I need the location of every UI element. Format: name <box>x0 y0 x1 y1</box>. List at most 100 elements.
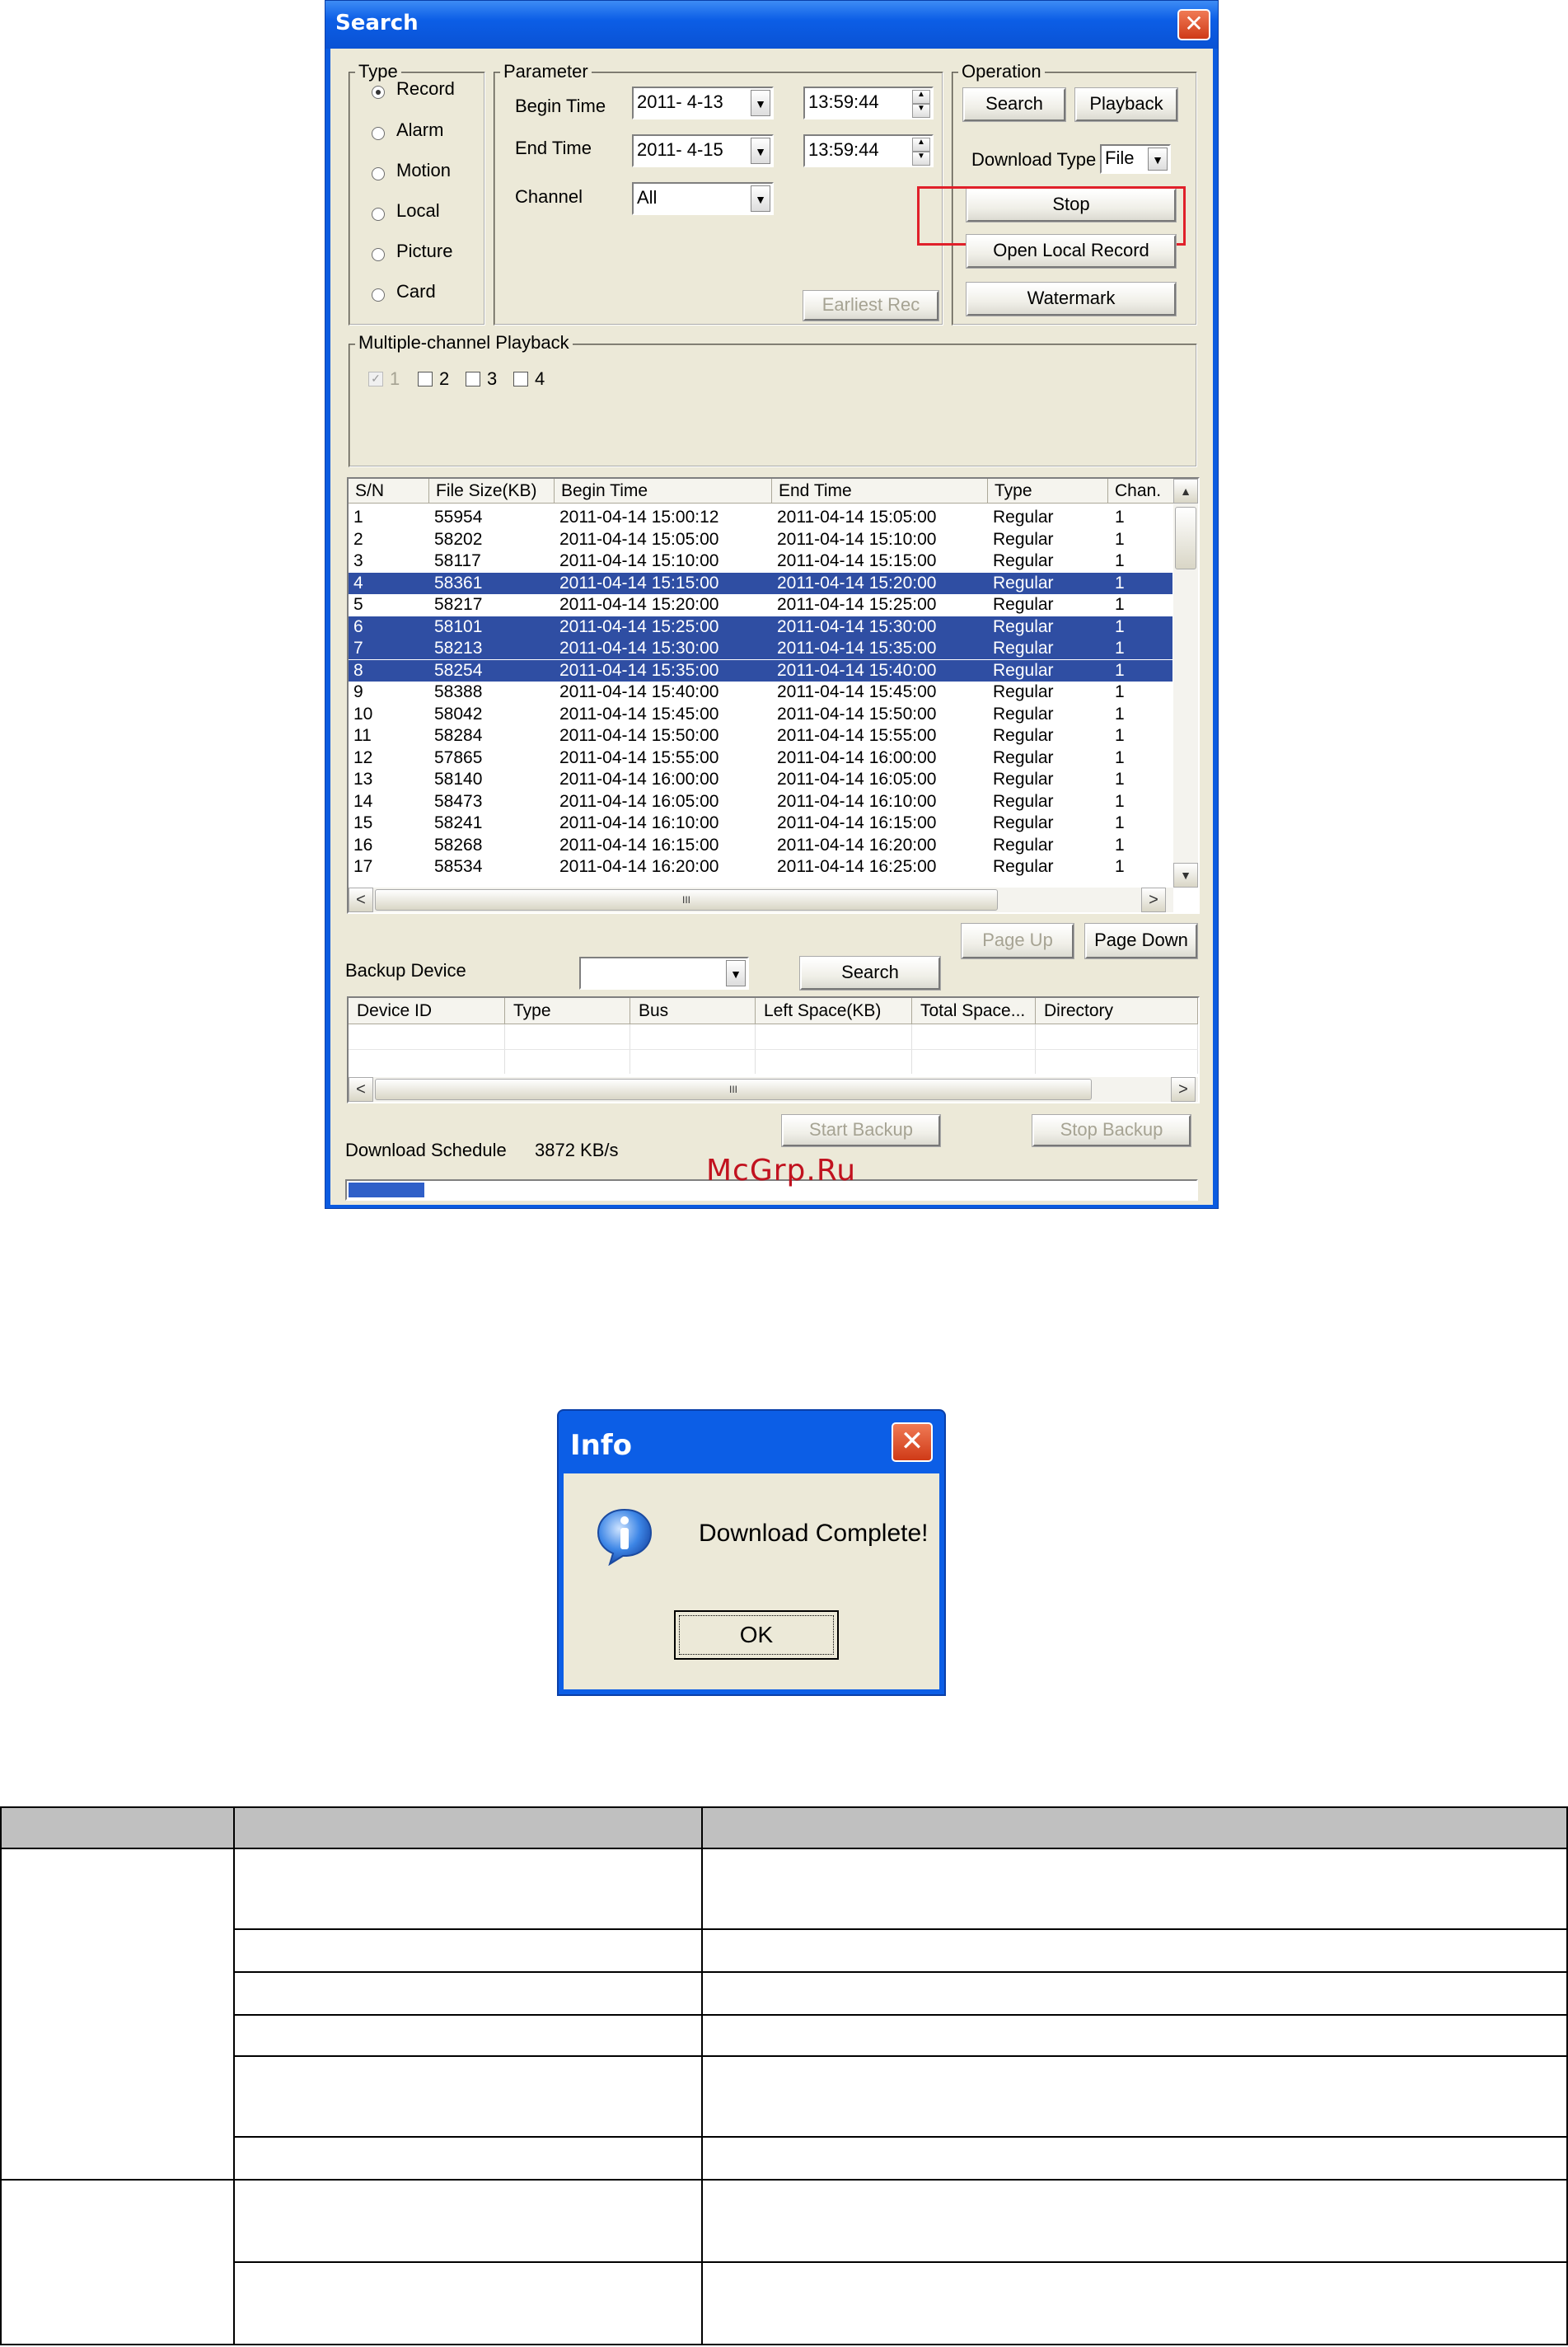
channel-checkbox-4[interactable] <box>513 372 528 386</box>
end-clock-field[interactable]: 13:59:44 ▲ ▼ <box>803 134 934 167</box>
backup-column-header[interactable]: Type <box>505 998 630 1024</box>
scroll-left-icon[interactable]: < <box>349 888 373 912</box>
playback-button[interactable]: Playback <box>1074 87 1178 122</box>
radio-motion[interactable] <box>372 167 385 180</box>
table-cell-type: Regular <box>993 508 1054 527</box>
end-date-select[interactable]: 2011- 4-15 ▼ <box>632 134 774 167</box>
backup-search-button[interactable]: Search <box>799 956 941 991</box>
begin-time-label: Begin Time <box>515 96 606 116</box>
table-row[interactable]: 4 58361 2011-04-14 15:15:00 2011-04-14 15:2… <box>349 572 1172 594</box>
table-row[interactable]: 12 57865 2011-04-14 15:55:00 2011-04-14 16:… <box>349 747 1172 769</box>
column-header[interactable]: Type <box>988 479 1108 504</box>
info-close-button[interactable]: ✕ <box>892 1422 933 1462</box>
file-list[interactable]: S/N File Size(KB) Begin Time End Time Type Ch… <box>347 477 1200 914</box>
chevron-down-icon[interactable]: ▼ <box>1148 148 1168 171</box>
table-row[interactable]: 1 55954 2011-04-14 15:00:12 2011-04-14 15:0… <box>349 507 1172 528</box>
column-header[interactable]: End Time <box>772 479 988 504</box>
chevron-down-icon[interactable]: ▼ <box>751 138 770 164</box>
download-type-select[interactable]: File ▼ <box>1100 144 1171 174</box>
earliest-rec-button[interactable]: Earliest Rec <box>803 290 939 321</box>
table-row[interactable]: 8 58254 2011-04-14 15:35:00 2011-04-14 15:4… <box>349 659 1172 682</box>
table-row[interactable]: 16 58268 2011-04-14 16:15:00 2011-04-14 16:… <box>349 835 1172 856</box>
backup-column-header[interactable]: Bus <box>630 998 756 1024</box>
backup-column-header[interactable]: Total Space... <box>912 998 1036 1024</box>
vertical-scroll-thumb[interactable] <box>1175 507 1196 569</box>
scroll-right-icon[interactable]: > <box>1171 1077 1196 1102</box>
page-up-button[interactable]: Page Up <box>961 923 1074 959</box>
table-row[interactable]: 13 58140 2011-04-14 16:00:00 2011-04-14 16:… <box>349 769 1172 790</box>
table-row[interactable]: 9 58388 2011-04-14 15:40:00 2011-04-14 15:4… <box>349 682 1172 703</box>
backup-device-list[interactable]: Device ID Type Bus Left Space(KB) Total Spac… <box>347 996 1200 1103</box>
spin-down-icon[interactable]: ▼ <box>912 104 930 118</box>
search-button[interactable]: Search <box>962 87 1066 122</box>
begin-clock-field[interactable]: 13:59:44 ▲ ▼ <box>803 87 934 119</box>
radio-label-motion[interactable]: Motion <box>396 160 451 181</box>
table-row[interactable]: 3 58117 2011-04-14 15:10:00 2011-04-14 15:1… <box>349 550 1172 572</box>
table-row[interactable]: 17 58534 2011-04-14 16:20:00 2011-04-14 16:… <box>349 856 1172 878</box>
table-cell-sn: 13 <box>353 770 373 789</box>
open-local-record-button[interactable]: Open Local Record <box>966 234 1177 269</box>
table-row[interactable]: 5 58217 2011-04-14 15:20:00 2011-04-14 15:2… <box>349 594 1172 616</box>
begin-date-select[interactable]: 2011- 4-13 ▼ <box>632 87 774 119</box>
table-border <box>0 1848 1568 1849</box>
table-row[interactable]: 6 58101 2011-04-14 15:25:00 2011-04-14 15:3… <box>349 616 1172 638</box>
close-button[interactable]: ✕ <box>1177 9 1210 40</box>
radio-label-card[interactable]: Card <box>396 281 436 302</box>
ok-button[interactable]: OK <box>674 1610 839 1660</box>
table-row[interactable]: 11 58284 2011-04-14 15:50:00 2011-04-14 15:… <box>349 725 1172 747</box>
radio-label-record[interactable]: Record <box>396 78 455 100</box>
backup-horizontal-scrollbar[interactable]: < III > <box>349 1077 1198 1102</box>
horizontal-scroll-thumb[interactable]: III <box>375 889 998 911</box>
radio-label-picture[interactable]: Picture <box>396 241 452 262</box>
radio-record[interactable] <box>372 86 385 99</box>
radio-label-alarm[interactable]: Alarm <box>396 119 443 141</box>
backup-column-header[interactable]: Directory <box>1036 998 1198 1024</box>
channel-checkbox-3[interactable] <box>466 372 480 386</box>
channel-checkbox-label: 3 <box>487 368 498 389</box>
table-cell-chan: 1 <box>1115 726 1125 745</box>
stop-backup-button[interactable]: Stop Backup <box>1032 1114 1191 1147</box>
vertical-scrollbar[interactable]: ▲ ▼ <box>1173 479 1198 888</box>
table-row[interactable]: 15 58241 2011-04-14 16:10:00 2011-04-14 16:… <box>349 813 1172 834</box>
spin-up-icon[interactable]: ▲ <box>912 138 930 152</box>
scroll-up-icon[interactable]: ▲ <box>1173 479 1198 504</box>
backup-device-select[interactable]: ▼ <box>579 957 749 990</box>
column-header[interactable]: Chan. <box>1108 479 1174 504</box>
table-row[interactable]: 7 58213 2011-04-14 15:30:00 2011-04-14 15:3… <box>349 638 1172 659</box>
page-down-button[interactable]: Page Down <box>1084 923 1198 959</box>
table-cell-type: Regular <box>993 551 1054 570</box>
scroll-left-icon[interactable]: < <box>349 1077 373 1102</box>
column-header[interactable]: Begin Time <box>555 479 772 504</box>
chevron-down-icon[interactable]: ▼ <box>751 185 770 212</box>
table-cell-size: 58217 <box>434 595 483 614</box>
title-bar[interactable]: Search ✕ <box>325 1 1218 49</box>
radio-alarm[interactable] <box>372 127 385 140</box>
table-row[interactable]: 10 58042 2011-04-14 15:45:00 2011-04-14 15:… <box>349 704 1172 725</box>
table-row[interactable]: 14 58473 2011-04-14 16:05:00 2011-04-14 16:… <box>349 791 1172 813</box>
horizontal-scrollbar[interactable]: < III > <box>349 888 1173 912</box>
table-cell-size: 58202 <box>434 529 483 549</box>
channel-checkbox-2[interactable] <box>418 372 433 386</box>
backup-column-header[interactable]: Left Space(KB) <box>756 998 912 1024</box>
column-header[interactable]: File Size(KB) <box>429 479 555 504</box>
scroll-down-icon[interactable]: ▼ <box>1173 863 1198 888</box>
table-cell-begin: 2011-04-14 15:25:00 <box>559 616 719 636</box>
spin-up-icon[interactable]: ▲ <box>912 90 930 104</box>
chevron-down-icon[interactable]: ▼ <box>751 90 770 116</box>
chevron-down-icon[interactable]: ▼ <box>726 960 746 986</box>
radio-picture[interactable] <box>372 248 385 261</box>
table-cell-type: Regular <box>993 704 1054 724</box>
watermark-button[interactable]: Watermark <box>966 282 1177 316</box>
spin-down-icon[interactable]: ▼ <box>912 152 930 166</box>
start-backup-button[interactable]: Start Backup <box>781 1114 941 1147</box>
radio-card[interactable] <box>372 288 385 302</box>
table-column-line <box>233 1806 235 2345</box>
horizontal-scroll-thumb[interactable]: III <box>375 1079 1092 1100</box>
radio-local[interactable] <box>372 208 385 221</box>
column-header[interactable]: S/N <box>349 479 429 504</box>
radio-label-local[interactable]: Local <box>396 200 440 222</box>
backup-column-header[interactable]: Device ID <box>349 998 505 1024</box>
table-row[interactable]: 2 58202 2011-04-14 15:05:00 2011-04-14 15:1… <box>349 529 1172 550</box>
channel-select[interactable]: All ▼ <box>632 182 774 215</box>
scroll-right-icon[interactable]: > <box>1141 888 1166 912</box>
